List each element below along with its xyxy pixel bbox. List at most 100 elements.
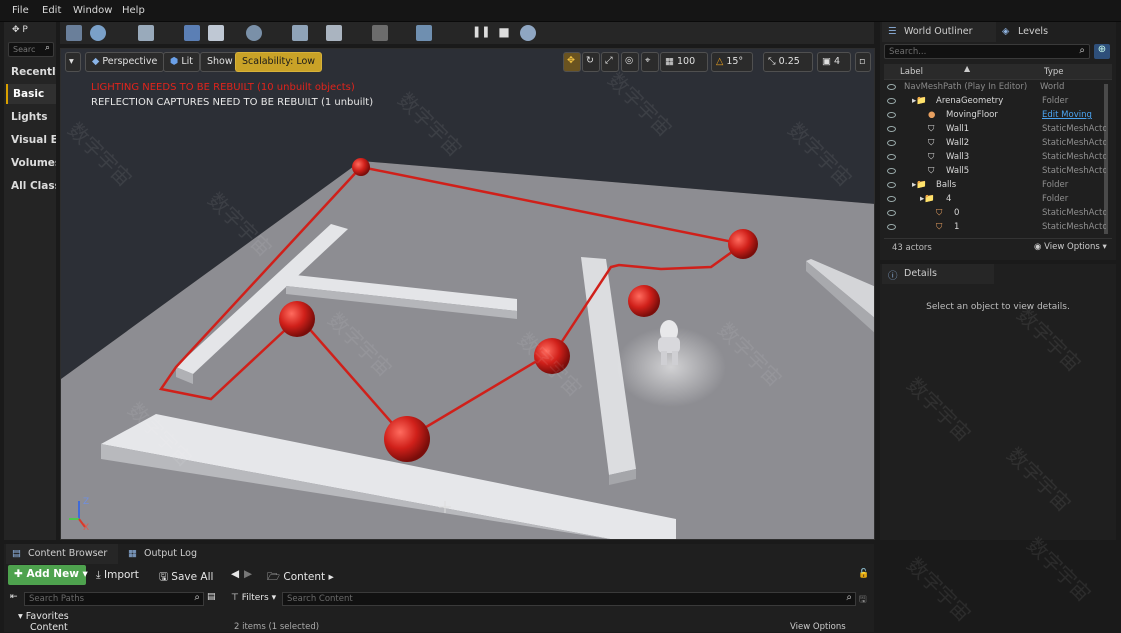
visibility-icon[interactable] [887,196,896,202]
static-mesh-icon: ⛉ [928,152,935,162]
details-empty-message: Select an object to view details. [926,302,1070,312]
save-search-icon[interactable]: 🖫 [859,592,867,608]
visibility-icon[interactable] [887,210,896,216]
tab-world-outliner[interactable]: ☰ World Outliner [882,22,996,42]
scale-snap-button[interactable]: ⤡ 0.25 [763,52,813,72]
perspective-label: Perspective [102,56,158,67]
folder-icon: 🗁 [267,571,281,583]
cb-view-options-button[interactable]: View Options [790,622,846,632]
tab-content-browser[interactable]: ▤ Content Browser [6,544,118,564]
reflection-warning: REFLECTION CAPTURES NEED TO BE REBUILT (… [91,97,374,108]
source-control-icon[interactable] [90,25,106,41]
outliner-row[interactable]: ⛉ 1 StaticMeshActor [884,221,1110,235]
outliner-row[interactable]: ⛉ Wall2 StaticMeshActor [884,137,1110,151]
world-local-icon[interactable]: ◎ [621,52,639,72]
col-type-header[interactable]: Type [1044,67,1064,77]
filters-button[interactable]: ⊤ Filters ▾ [231,593,276,603]
outliner-row[interactable]: ⛉ 0 StaticMeshActor [884,207,1110,221]
mode-volumes[interactable]: Volumes [6,153,56,173]
place-mode-header[interactable]: ✥ P [12,25,28,35]
path-view-options-icon[interactable]: ▤ [207,592,216,602]
settings-icon[interactable] [246,25,262,41]
blueprints-icon[interactable] [292,25,308,41]
edit-blueprint-link[interactable]: Edit Moving [1042,110,1106,120]
outliner-row[interactable]: NavMeshPath (Play In Editor) World [884,81,1110,95]
scale-icon[interactable]: ⤢ [601,52,619,72]
scalability-button[interactable]: Scalability: Low [235,52,323,72]
forward-arrow-icon[interactable]: ▶ [244,568,252,580]
view-options-button[interactable]: ◉ View Options ▾ [1034,242,1107,252]
save-all-button[interactable]: 🖫 Save All [159,569,213,587]
marketplace-icon[interactable] [208,25,224,41]
tab-levels[interactable]: ◈ Levels [996,22,1076,42]
rotation-snap-button[interactable]: △ 15° [711,52,753,72]
stop-icon[interactable]: ■ [496,25,512,41]
camera-speed-button[interactable]: ▣ 4 [817,52,851,72]
menu-file[interactable]: File [12,5,29,16]
translate-icon[interactable]: ✥ [563,52,581,72]
show-button[interactable]: Show [200,52,240,72]
cinematics-icon[interactable] [326,25,342,41]
lighting-warning: LIGHTING NEEDS TO BE REBUILT (10 unbuilt… [91,82,355,93]
maximize-viewport-icon[interactable]: ▫ [855,52,871,72]
outliner-row[interactable]: ⛉ Wall1 StaticMeshActor [884,123,1110,137]
outliner-row[interactable]: ⛉ Wall3 StaticMeshActor [884,151,1110,165]
lit-button[interactable]: ⬢ Lit [163,52,200,72]
add-new-button[interactable]: ✚ Add New ▾ [8,565,88,585]
import-button[interactable]: ⤓ Import [96,569,139,582]
launch-icon[interactable] [416,25,432,41]
search-content-input[interactable]: Search Content ⌕ [282,592,856,606]
outliner-search-input[interactable]: Search... ⌕ [884,44,1090,59]
mode-basic[interactable]: Basic [6,84,56,104]
eject-icon[interactable] [520,25,536,41]
lock-icon[interactable]: 🔓 [858,569,869,579]
outliner-row[interactable]: ▸📁 4 Folder [884,193,1110,207]
path-breadcrumb[interactable]: 🗁 Content ▸ [267,569,334,587]
outliner-row[interactable]: ▸📁 Balls Folder [884,179,1110,193]
modes-search-input[interactable]: Searc ⌕ [8,42,54,57]
details-panel: ⓘ Details Select an object to view detai… [880,264,1116,540]
tab-output-log[interactable]: ▦ Output Log [122,544,226,564]
sources-toggle-icon[interactable]: ⇤ [10,592,18,602]
outliner-row[interactable]: ● MovingFloor Edit Moving [884,109,1110,123]
tab-details[interactable]: ⓘ Details [882,264,994,284]
mode-recently[interactable]: Recently [6,62,56,82]
modes-icon[interactable] [138,25,154,41]
outliner-row[interactable]: ▸📁 ArenaGeometry Folder [884,95,1110,109]
mode-all-classes[interactable]: All Classe [6,176,56,196]
surface-snap-icon[interactable]: ⌖ [641,52,659,72]
viewport-options-button[interactable]: ▾ [65,52,81,72]
visibility-icon[interactable] [887,224,896,230]
content-icon[interactable] [184,25,200,41]
search-paths-input[interactable]: Search Paths ⌕ [24,592,204,606]
static-mesh-icon: ⛉ [928,138,935,148]
menu-edit[interactable]: Edit [42,5,61,16]
rotation-snap-value: 15° [726,56,744,67]
content-folder[interactable]: Content [30,622,68,633]
outliner-row[interactable]: ⛉ Wall5 StaticMeshActor [884,165,1110,179]
build-icon[interactable] [372,25,388,41]
visibility-icon[interactable] [887,126,896,132]
favorites-section[interactable]: ▾ Favorites [18,611,69,622]
mode-visual-effects[interactable]: Visual Eff [6,130,56,150]
pause-icon[interactable]: ❚❚ [472,25,490,41]
visibility-icon[interactable] [887,84,896,90]
menu-help[interactable]: Help [122,5,145,16]
mode-lights[interactable]: Lights [6,107,56,127]
add-filter-button[interactable]: ⊕ [1094,44,1110,59]
perspective-button[interactable]: ◆ Perspective [85,52,165,72]
back-arrow-icon[interactable]: ◀ [231,568,239,580]
save-icon[interactable] [66,25,82,41]
visibility-icon[interactable] [887,140,896,146]
visibility-icon[interactable] [887,112,896,118]
col-label-header[interactable]: Label [900,67,923,77]
visibility-icon[interactable] [887,182,896,188]
content-browser-panel: ▤ Content Browser ▦ Output Log ✚ Add New… [4,544,874,633]
level-viewport[interactable]: Z X ▾ ◆ Perspective ⬢ Lit Show Scalabili… [60,48,875,540]
visibility-icon[interactable] [887,98,896,104]
visibility-icon[interactable] [887,168,896,174]
visibility-icon[interactable] [887,154,896,160]
menu-window[interactable]: Window [73,5,112,16]
rotate-icon[interactable]: ↻ [582,52,600,72]
grid-snap-button[interactable]: ▦ 100 [660,52,708,72]
